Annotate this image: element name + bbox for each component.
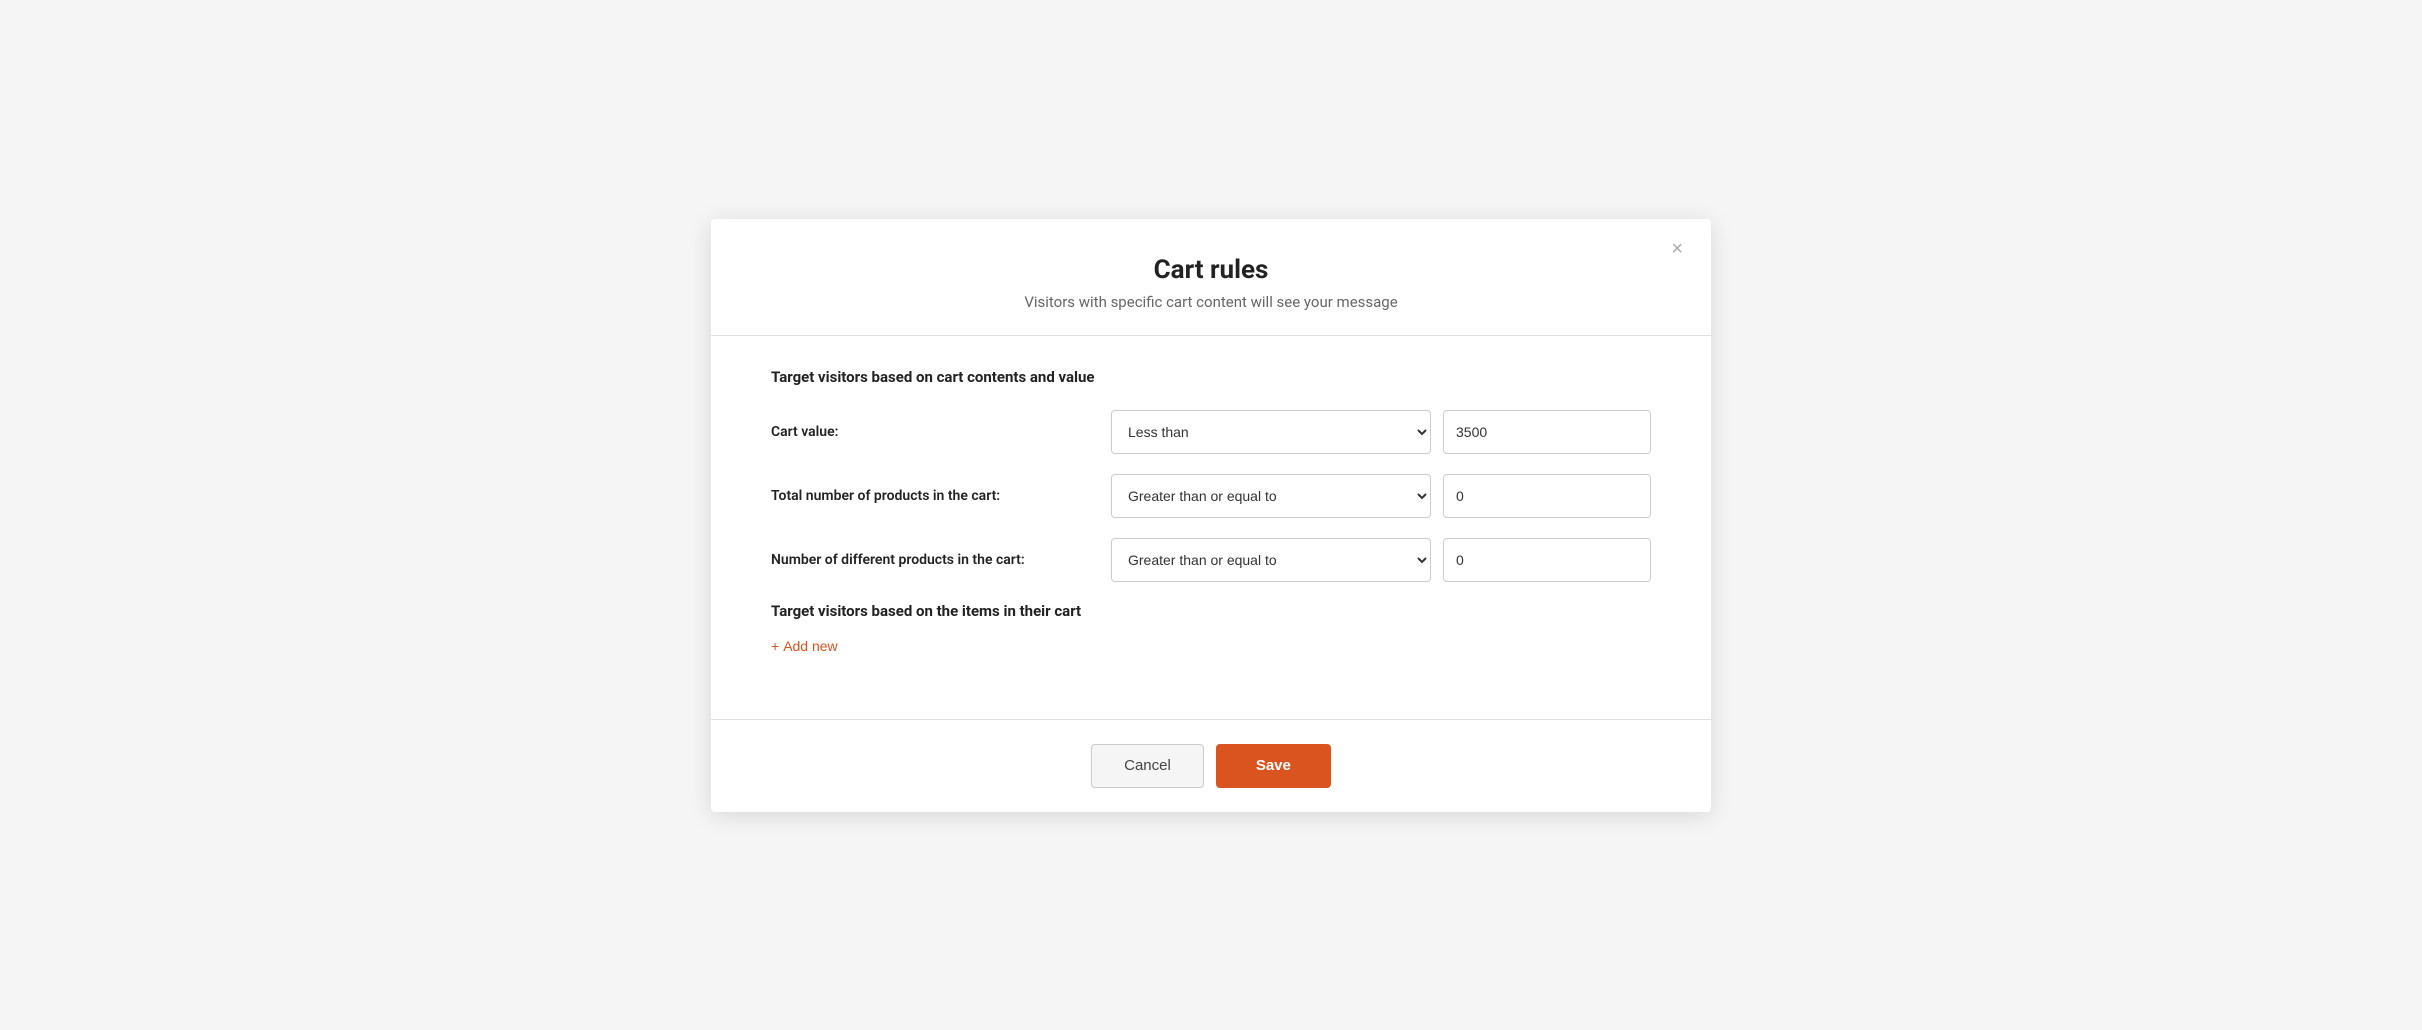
close-button[interactable]: ×	[1663, 235, 1691, 263]
cart-value-input[interactable]	[1443, 410, 1651, 454]
modal-title: Cart rules	[751, 255, 1671, 285]
total-products-controls: Less than Less than or equal to Greater …	[1111, 474, 1651, 518]
total-products-input[interactable]	[1443, 474, 1651, 518]
total-products-label: Total number of products in the cart:	[771, 488, 1111, 504]
section2-title: Target visitors based on the items in th…	[771, 602, 1651, 620]
different-products-label: Number of different products in the cart…	[771, 552, 1111, 568]
add-new-button[interactable]: + Add new	[771, 638, 838, 654]
section1-title: Target visitors based on cart contents a…	[771, 368, 1651, 386]
different-products-select[interactable]: Less than Less than or equal to Greater …	[1111, 538, 1431, 582]
modal-header: Cart rules Visitors with specific cart c…	[711, 219, 1711, 335]
modal-body: Target visitors based on cart contents a…	[711, 336, 1711, 687]
cancel-button[interactable]: Cancel	[1091, 744, 1204, 788]
different-products-row: Number of different products in the cart…	[771, 538, 1651, 582]
cart-value-select[interactable]: Less than Less than or equal to Greater …	[1111, 410, 1431, 454]
save-button[interactable]: Save	[1216, 744, 1331, 788]
plus-icon: +	[771, 638, 779, 654]
different-products-controls: Less than Less than or equal to Greater …	[1111, 538, 1651, 582]
modal-subtitle: Visitors with specific cart content will…	[751, 293, 1671, 311]
different-products-input[interactable]	[1443, 538, 1651, 582]
modal-footer: Cancel Save	[711, 720, 1711, 812]
cart-value-row: Cart value: Less than Less than or equal…	[771, 410, 1651, 454]
total-products-select[interactable]: Less than Less than or equal to Greater …	[1111, 474, 1431, 518]
cart-rules-modal: × Cart rules Visitors with specific cart…	[711, 219, 1711, 812]
cart-value-label: Cart value:	[771, 424, 1111, 440]
total-products-row: Total number of products in the cart: Le…	[771, 474, 1651, 518]
add-new-label: Add new	[783, 638, 837, 654]
cart-value-controls: Less than Less than or equal to Greater …	[1111, 410, 1651, 454]
